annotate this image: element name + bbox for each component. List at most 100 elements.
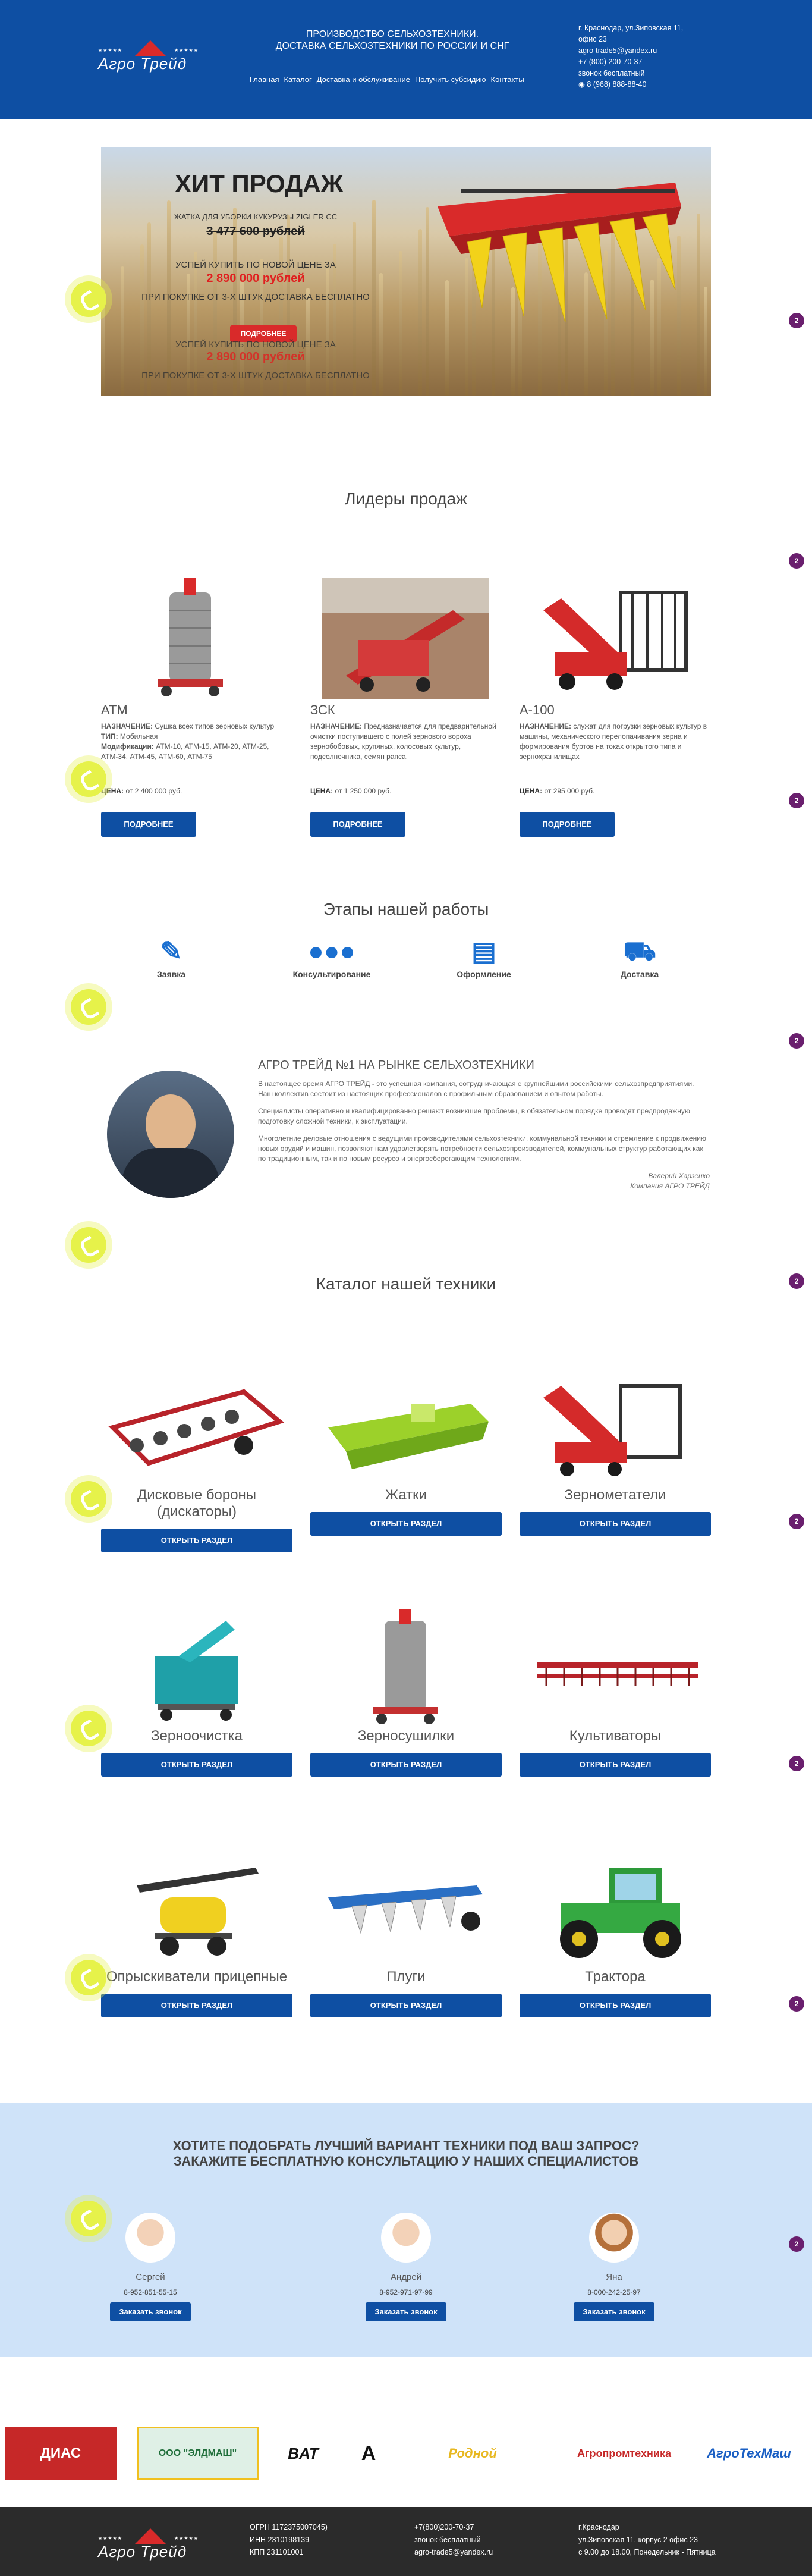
chat-badge[interactable]: 2 <box>789 1756 804 1771</box>
nav-delivery[interactable]: Доставка и обслуживание <box>317 75 410 84</box>
callback-phone-button[interactable] <box>71 989 106 1025</box>
chat-badge[interactable]: 2 <box>789 793 804 808</box>
specialist-phone[interactable]: 8-000-242-25-97 <box>555 2288 673 2296</box>
corn-stalk <box>353 222 356 396</box>
clipboard-icon: ▤ <box>471 937 496 966</box>
leader-details-button-zsk[interactable]: ПОДРОБНЕЕ <box>310 812 405 837</box>
catalog-item-grain-dryers: Зерносушилки ОТКРЫТЬ РАЗДЕЛ <box>310 1609 502 1777</box>
chat-badge[interactable]: 2 <box>789 1996 804 2012</box>
whatsapp-icon: ◉ <box>578 80 587 89</box>
site-logo[interactable]: ★★★★★ ★★★★★ Агро Трейд <box>98 40 199 74</box>
specialist-phone[interactable]: 8-952-851-55-15 <box>91 2288 210 2296</box>
stage-consulting: ●●● Консультирование <box>266 934 397 979</box>
about-signature-name: Валерий Харзенко <box>648 1172 710 1180</box>
price-text: от 1 250 000 руб. <box>335 787 392 795</box>
main-nav: Главная Каталог Доставка и обслуживание … <box>250 75 524 84</box>
callback-phone-button[interactable] <box>71 1481 106 1517</box>
open-section-button[interactable]: ОТКРЫТЬ РАЗДЕЛ <box>101 1994 292 2017</box>
about-title: АГРО ТРЕЙД №1 НА РЫНКЕ СЕЛЬХОЗТЕХНИКИ <box>258 1059 534 1072</box>
chat-badge[interactable]: 2 <box>789 1514 804 1529</box>
leader-card-atm: АТМ НАЗНАЧЕНИЕ: Сушка всех типов зерновы… <box>101 575 292 837</box>
open-section-button[interactable]: ОТКРЫТЬ РАЗДЕЛ <box>520 1753 711 1777</box>
nav-subsidy[interactable]: Получить субсидию <box>415 75 486 84</box>
order-call-button[interactable]: Заказать звонок <box>574 2302 654 2321</box>
footer-phone[interactable]: +7(800)200-70-37 <box>414 2521 493 2534</box>
leader-desc-atm: НАЗНАЧЕНИЕ: Сушка всех типов зерновых ку… <box>101 721 292 787</box>
stage-registration: ▤ Оформление <box>418 934 549 979</box>
hero-delivery-2: ПРИ ПОКУПКЕ ОТ 3-Х ШТУК ДОСТАВКА БЕСПЛАТ… <box>141 371 370 381</box>
specialist-sergey: Сергей 8-952-851-55-15 Заказать звонок <box>91 2213 210 2321</box>
order-call-button[interactable]: Заказать звонок <box>366 2302 446 2321</box>
leader-details-button-atm[interactable]: ПОДРОБНЕЕ <box>101 812 196 837</box>
footer-email[interactable]: agro-trade5@yandex.ru <box>414 2546 493 2559</box>
corn-stalk <box>418 229 422 396</box>
callback-phone-button[interactable] <box>71 761 106 797</box>
catalog-item-name: Зерносушилки <box>357 1728 455 1744</box>
nav-contacts[interactable]: Контакты <box>491 75 524 84</box>
partner-logo-agrotechmash[interactable]: АгроТехМаш <box>690 2427 808 2480</box>
specialist-phone[interactable]: 8-952-971-97-99 <box>347 2288 465 2296</box>
about-signature-company: Компания АГРО ТРЕЙД <box>630 1182 710 1190</box>
logo-text: Агро Трейд <box>98 2543 187 2561</box>
nav-home[interactable]: Главная <box>250 75 279 84</box>
price-label: ЦЕНА: <box>520 787 543 795</box>
open-section-button[interactable]: ОТКРЫТЬ РАЗДЕЛ <box>310 1753 502 1777</box>
avatar <box>589 2213 639 2263</box>
open-section-button[interactable]: ОТКРЫТЬ РАЗДЕЛ <box>310 1512 502 1536</box>
catalog-item-disc-harrows: Дисковые бороны (дискаторы) ОТКРЫТЬ РАЗД… <box>101 1368 292 1552</box>
open-section-button[interactable]: ОТКРЫТЬ РАЗДЕЛ <box>101 1529 292 1552</box>
callback-phone-button[interactable] <box>71 2201 106 2236</box>
logo-roof-icon <box>135 40 166 56</box>
catalog-item-name: Зернометатели <box>564 1487 666 1503</box>
order-call-button[interactable]: Заказать звонок <box>110 2302 191 2321</box>
footer-free-call: звонок бесплатный <box>414 2536 481 2544</box>
purpose-label: НАЗНАЧЕНИЕ: <box>520 722 571 730</box>
partner-logo-a[interactable]: A <box>351 2427 386 2480</box>
logo-roof-icon <box>135 2528 166 2544</box>
partner-logo-bat[interactable]: BAT <box>273 2427 333 2480</box>
partner-logo-agroprom[interactable]: Агропромтехника <box>565 2427 684 2480</box>
logo-stars-left: ★★★★★ <box>98 48 122 53</box>
open-section-button[interactable]: ОТКРЫТЬ РАЗДЕЛ <box>310 1994 502 2017</box>
chat-badge[interactable]: 2 <box>789 1033 804 1049</box>
leader-name-atm: АТМ <box>101 702 128 717</box>
specialist-name: Яна <box>606 2272 622 2282</box>
contact-phone-1[interactable]: +7 (800) 200-70-37 <box>578 57 721 68</box>
chat-badge[interactable]: 2 <box>789 553 804 569</box>
corn-header-machine-image <box>438 183 681 323</box>
leader-details-button-a100[interactable]: ПОДРОБНЕЕ <box>520 812 615 837</box>
callback-phone-button[interactable] <box>71 1227 106 1263</box>
open-section-button[interactable]: ОТКРЫТЬ РАЗДЕЛ <box>101 1753 292 1777</box>
callback-phone-button[interactable] <box>71 1711 106 1746</box>
contact-email[interactable]: agro-trade5@yandex.ru <box>578 45 721 57</box>
chat-badge[interactable]: 2 <box>789 313 804 328</box>
about-paragraph-2: Специалисты оперативно и квалифицированн… <box>258 1107 690 1125</box>
callback-phone-button[interactable] <box>71 281 106 317</box>
consultation-section: ХОТИТЕ ПОДОБРАТЬ ЛУЧШИЙ ВАРИАНТ ТЕХНИКИ … <box>0 2103 812 2357</box>
tractor-image <box>520 1850 711 1969</box>
avatar <box>125 2213 175 2263</box>
stages-list: ✎ Заявка ●●● Консультирование ▤ Оформлен… <box>0 934 812 987</box>
open-section-button[interactable]: ОТКРЫТЬ РАЗДЕЛ <box>520 1512 711 1536</box>
open-section-button[interactable]: ОТКРЫТЬ РАЗДЕЛ <box>520 1994 711 2017</box>
grain-cleaner-image <box>101 1609 292 1728</box>
catalog-item-tractors: Трактора ОТКРЫТЬ РАЗДЕЛ <box>520 1850 711 2017</box>
users-icon: ●●● <box>308 937 355 966</box>
chat-badge[interactable]: 2 <box>789 2236 804 2252</box>
price-text: от 2 400 000 руб. <box>125 787 182 795</box>
partner-logo-eldmash[interactable]: ООО "ЭЛДМАШ" <box>137 2427 259 2480</box>
tagline-line-2: ДОСТАВКА СЕЛЬХОЗТЕХНИКИ ПО РОССИИ И СНГ <box>275 41 509 51</box>
contact-phone-2[interactable]: ◉ 8 (968) 888-88-40 <box>578 79 721 90</box>
site-footer: ★★★★★ ★★★★★ Агро Трейд ОГРН 117237500704… <box>0 2507 812 2576</box>
partner-logo-dias[interactable]: ДИАС <box>5 2427 117 2480</box>
consult-title-1: ХОТИТЕ ПОДОБРАТЬ ЛУЧШИЙ ВАРИАНТ ТЕХНИКИ … <box>172 2138 640 2153</box>
footer-logo[interactable]: ★★★★★ ★★★★★ Агро Трейд <box>98 2528 199 2562</box>
specialist-name: Сергей <box>136 2272 165 2282</box>
callback-phone-button[interactable] <box>71 1960 106 1995</box>
stage-label: Заявка <box>156 969 186 979</box>
sprayer-image <box>101 1850 292 1969</box>
chat-badge[interactable]: 2 <box>789 1273 804 1289</box>
nav-catalog[interactable]: Каталог <box>284 75 311 84</box>
partner-logo-rodnoy[interactable]: Родной <box>419 2427 526 2480</box>
a100-loader-image <box>520 575 711 702</box>
